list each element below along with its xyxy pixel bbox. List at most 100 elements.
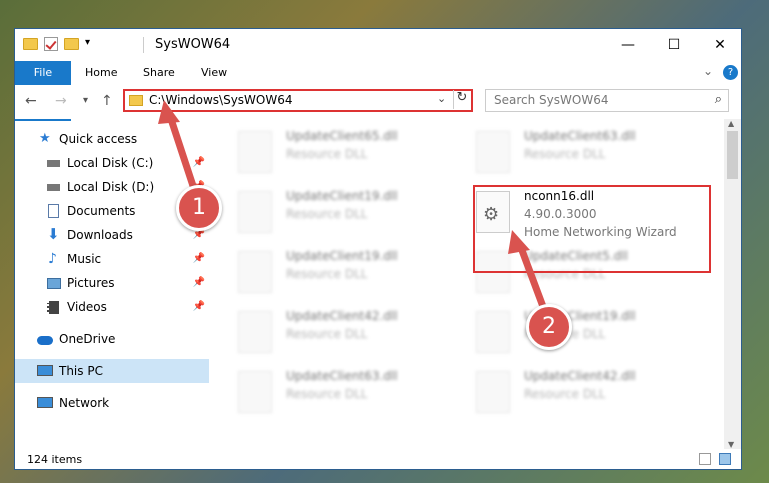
list-item[interactable]: UpdateClient42.dll Resource DLL bbox=[226, 305, 456, 365]
dll-file-icon bbox=[476, 131, 510, 173]
file-description: Resource DLL bbox=[286, 327, 368, 341]
sidebar-item-label: OneDrive bbox=[59, 332, 116, 346]
dll-file-icon bbox=[238, 311, 272, 353]
pin-icon: 📌 bbox=[192, 277, 205, 288]
minimize-button[interactable]: — bbox=[605, 29, 651, 61]
properties-icon[interactable] bbox=[44, 37, 58, 51]
sidebar-item-label: Music bbox=[67, 252, 102, 266]
step-badge-2: 2 bbox=[526, 304, 572, 350]
forward-icon[interactable]: → bbox=[55, 93, 67, 109]
sidebar-item-videos[interactable]: Videos 📌 bbox=[15, 295, 209, 319]
search-input[interactable]: Search SysWOW64 bbox=[494, 93, 608, 107]
sidebar-item-label: This PC bbox=[59, 364, 103, 378]
network-icon bbox=[37, 397, 53, 408]
search-box[interactable]: Search SysWOW64 ⌕ bbox=[485, 89, 729, 112]
sidebar-item-label: Network bbox=[59, 396, 110, 410]
tab-view[interactable]: View bbox=[187, 61, 241, 85]
step-badge-1: 1 bbox=[176, 185, 222, 231]
dll-file-icon bbox=[238, 191, 272, 233]
star-icon: ★ bbox=[39, 131, 51, 146]
list-item[interactable]: UpdateClient63.dll Resource DLL bbox=[464, 125, 694, 185]
scrollbar-thumb[interactable] bbox=[727, 131, 738, 179]
sidebar-item-label: Local Disk (C:) bbox=[67, 156, 154, 170]
title-bar: ▾ SysWOW64 — ☐ ✕ bbox=[15, 29, 741, 61]
dll-file-icon bbox=[238, 251, 272, 293]
sidebar-item-pictures[interactable]: Pictures 📌 bbox=[15, 271, 209, 295]
list-item[interactable]: UpdateClient63.dll Resource DLL bbox=[226, 365, 456, 425]
scroll-up-icon[interactable]: ▲ bbox=[728, 119, 734, 128]
explorer-window: ▾ SysWOW64 — ☐ ✕ File Home Share View ⌄ … bbox=[14, 28, 742, 470]
address-path[interactable]: C:\Windows\SysWOW64 bbox=[149, 93, 293, 107]
file-description: Resource DLL bbox=[524, 147, 606, 161]
sidebar-item-label: Quick access bbox=[59, 132, 138, 146]
file-name: UpdateClient65.dll bbox=[286, 129, 398, 143]
details-view-icon[interactable] bbox=[699, 453, 711, 465]
tab-home[interactable]: Home bbox=[71, 61, 131, 85]
dll-file-icon bbox=[238, 371, 272, 413]
document-icon bbox=[48, 204, 59, 218]
onedrive-icon bbox=[37, 336, 53, 345]
sidebar-item-music[interactable]: ♪ Music 📌 bbox=[15, 247, 209, 271]
sidebar-item-onedrive[interactable]: OneDrive bbox=[15, 327, 209, 351]
navigation-pane: ★ Quick access Local Disk (C:) 📌 Local D… bbox=[15, 119, 209, 449]
search-icon: ⌕ bbox=[714, 92, 722, 107]
tab-share[interactable]: Share bbox=[129, 61, 189, 85]
file-description: Resource DLL bbox=[286, 267, 368, 281]
list-item[interactable]: UpdateClient65.dll Resource DLL bbox=[226, 125, 456, 185]
new-folder-icon[interactable] bbox=[64, 38, 79, 50]
sidebar-item-label: Pictures bbox=[67, 276, 115, 290]
computer-icon bbox=[37, 365, 53, 376]
sidebar-item-downloads[interactable]: ⬇ Downloads 📌 bbox=[15, 223, 209, 247]
ribbon: File Home Share View ⌄ ? bbox=[15, 61, 741, 121]
videos-icon bbox=[47, 301, 59, 314]
close-button[interactable]: ✕ bbox=[697, 29, 743, 61]
list-item[interactable]: UpdateClient19.dll Resource DLL bbox=[226, 245, 456, 305]
list-item[interactable]: UpdateClient19.dll Resource DLL bbox=[226, 185, 456, 245]
file-name: UpdateClient63.dll bbox=[524, 129, 636, 143]
navigation-bar: ← → ▾ ↑ C:\Windows\SysWOW64 ⌄ ↻ Search S… bbox=[15, 85, 741, 119]
download-icon: ⬇ bbox=[47, 225, 60, 243]
status-bar: 124 items bbox=[15, 449, 741, 471]
file-description: Resource DLL bbox=[286, 207, 368, 221]
address-bar[interactable]: C:\Windows\SysWOW64 ⌄ ↻ bbox=[123, 89, 473, 112]
highlight-box bbox=[473, 185, 711, 273]
sidebar-item-quick-access[interactable]: ★ Quick access bbox=[15, 127, 209, 151]
file-name: UpdateClient42.dll bbox=[286, 309, 398, 323]
file-name: UpdateClient63.dll bbox=[286, 369, 398, 383]
maximize-button[interactable]: ☐ bbox=[651, 29, 697, 61]
file-name: UpdateClient19.dll bbox=[286, 249, 398, 263]
refresh-icon[interactable]: ↻ bbox=[453, 90, 470, 109]
address-dropdown-icon[interactable]: ⌄ bbox=[437, 92, 446, 105]
dll-file-icon bbox=[238, 131, 272, 173]
customize-toolbar-icon[interactable]: ▾ bbox=[85, 37, 99, 51]
file-name: UpdateClient19.dll bbox=[286, 189, 398, 203]
sidebar-item-label: Local Disk (D:) bbox=[67, 180, 155, 194]
sidebar-item-label: Downloads bbox=[67, 228, 133, 242]
title-separator bbox=[143, 37, 144, 53]
sidebar-item-this-pc[interactable]: This PC bbox=[15, 359, 209, 383]
folder-icon bbox=[23, 38, 38, 50]
pin-icon: 📌 bbox=[192, 301, 205, 312]
back-icon[interactable]: ← bbox=[25, 93, 37, 109]
file-description: Resource DLL bbox=[286, 147, 368, 161]
folder-icon bbox=[129, 95, 143, 106]
recent-locations-icon[interactable]: ▾ bbox=[83, 95, 88, 106]
sidebar-item-local-disk-c[interactable]: Local Disk (C:) 📌 bbox=[15, 151, 209, 175]
sidebar-item-network[interactable]: Network bbox=[15, 391, 209, 415]
file-name: UpdateClient42.dll bbox=[524, 369, 636, 383]
drive-icon bbox=[47, 160, 60, 167]
large-icons-view-icon[interactable] bbox=[719, 453, 731, 465]
help-icon[interactable]: ? bbox=[723, 65, 738, 80]
window-title: SysWOW64 bbox=[155, 37, 231, 52]
music-icon: ♪ bbox=[48, 251, 57, 267]
list-item[interactable]: UpdateClient42.dll Resource DLL bbox=[464, 365, 694, 425]
sidebar-item-label: Documents bbox=[67, 204, 136, 218]
dll-file-icon bbox=[476, 311, 510, 353]
vertical-scrollbar[interactable]: ▲ ▼ bbox=[724, 119, 741, 449]
pin-icon: 📌 bbox=[192, 253, 205, 264]
up-icon[interactable]: ↑ bbox=[101, 93, 113, 109]
list-item[interactable]: UpdateClient19.dll Resource DLL bbox=[464, 305, 694, 365]
scroll-down-icon[interactable]: ▼ bbox=[728, 440, 734, 449]
expand-ribbon-icon[interactable]: ⌄ bbox=[703, 64, 713, 78]
sidebar-item-label: Videos bbox=[67, 300, 107, 314]
